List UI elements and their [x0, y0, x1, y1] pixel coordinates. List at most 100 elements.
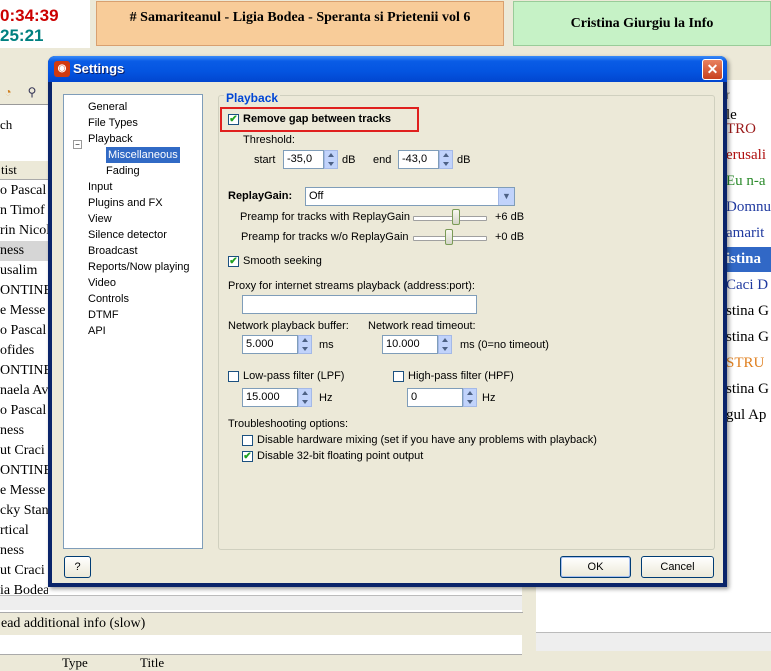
network-buffer-spinner[interactable]	[298, 335, 312, 354]
app-icon: ◉	[54, 61, 70, 77]
left-row[interactable]: cky Stan	[0, 501, 48, 521]
network-buffer-input[interactable]: 5.000	[242, 335, 298, 354]
right-row[interactable]: gul Ap	[726, 403, 771, 428]
left-row[interactable]: rin Nicol	[0, 221, 48, 241]
ok-button[interactable]: OK	[560, 556, 631, 578]
left-row[interactable]: naela Av	[0, 381, 48, 401]
column-header-type[interactable]: Type	[62, 655, 88, 671]
preamp-with-slider[interactable]	[452, 209, 460, 225]
troubleshooting-label: Troubleshooting options:	[228, 418, 349, 430]
column-header-title[interactable]: Title	[140, 655, 164, 671]
column-header-artist[interactable]: tist	[0, 161, 49, 180]
right-row[interactable]: erusali	[726, 143, 771, 168]
network-timeout-input[interactable]: 10.000	[382, 335, 438, 354]
cancel-button[interactable]: Cancel	[641, 556, 714, 578]
left-row[interactable]: ONTINE	[0, 461, 48, 481]
left-row[interactable]: ness	[0, 541, 48, 561]
threshold-end-input[interactable]: -43,0	[398, 150, 439, 169]
smooth-seeking-checkbox[interactable]: ✔	[228, 256, 239, 267]
left-row[interactable]: rtical	[0, 521, 48, 541]
horizontal-scrollbar[interactable]	[0, 595, 522, 610]
tree-item-broadcast[interactable]: Broadcast	[88, 243, 138, 259]
collapse-icon[interactable]: −	[73, 140, 82, 149]
close-button[interactable]: ✕	[702, 59, 723, 80]
proxy-input[interactable]	[242, 295, 477, 314]
lpf-spinner[interactable]	[298, 388, 312, 407]
right-row[interactable]: Domnu	[726, 195, 771, 220]
lpf-input[interactable]: 15.000	[242, 388, 298, 407]
preamp-with-label: Preamp for tracks with ReplayGain	[240, 211, 410, 223]
settings-tree[interactable]: − General File Types Playback Miscellaneous…	[63, 94, 203, 549]
replaygain-select[interactable]: Off ▼	[305, 187, 515, 206]
tree-item-view[interactable]: View	[88, 211, 112, 227]
hpf-input[interactable]: 0	[407, 388, 463, 407]
right-row[interactable]: Caci D	[726, 273, 771, 298]
left-row[interactable]: usalim	[0, 261, 48, 281]
left-row[interactable]: ONTINE	[0, 281, 48, 301]
tree-item-silence-detector[interactable]: Silence detector	[88, 227, 167, 243]
tree-item-plugins-and-fx[interactable]: Plugins and FX	[88, 195, 163, 211]
threshold-end-spinner[interactable]	[439, 150, 453, 169]
disable-hw-mixing-checkbox[interactable]	[242, 435, 253, 446]
right-row[interactable]: stina G	[726, 377, 771, 402]
right-row[interactable]: istina	[726, 247, 771, 272]
left-row[interactable]: e Messe	[0, 481, 48, 501]
tree-item-file-types[interactable]: File Types	[88, 115, 138, 131]
threshold-start-input[interactable]: -35,0	[283, 150, 324, 169]
now-playing-box[interactable]: # Samariteanul - Ligia Bodea - Speranta …	[96, 1, 504, 46]
right-row[interactable]: amarit	[726, 221, 771, 246]
tree-item-controls[interactable]: Controls	[88, 291, 129, 307]
tree-item-dtmf[interactable]: DTMF	[88, 307, 119, 323]
dialog-titlebar[interactable]: ◉ Settings ✕	[48, 56, 727, 82]
hpf-spinner[interactable]	[463, 388, 477, 407]
tree-item-video[interactable]: Video	[88, 275, 116, 291]
right-row[interactable]: stina G	[726, 299, 771, 324]
network-buffer-unit: ms	[319, 339, 334, 351]
status-bar: ead additional info (slow)	[0, 612, 523, 635]
help-button[interactable]: ?	[64, 556, 91, 578]
dialog-client: − General File Types Playback Miscellaneous…	[52, 82, 723, 583]
tree-item-reports-now-playing[interactable]: Reports/Now playing	[88, 259, 190, 275]
tree-item-api[interactable]: API	[88, 323, 106, 339]
left-row[interactable]: ut Craci	[0, 441, 48, 461]
right-row[interactable]: TRO	[726, 117, 771, 142]
right-scrollbar[interactable]	[536, 632, 771, 651]
lpf-checkbox[interactable]	[228, 371, 239, 382]
left-row[interactable]: o Pascal	[0, 181, 48, 201]
left-row[interactable]: ut Craci	[0, 561, 48, 581]
right-panel-header: r	[726, 88, 730, 102]
tree-item-miscellaneous[interactable]: Miscellaneous	[106, 147, 180, 163]
disable-float-checkbox[interactable]: ✔	[242, 451, 253, 462]
left-row[interactable]: o Pascal	[0, 321, 48, 341]
threshold-start-spinner[interactable]	[324, 150, 338, 169]
right-row[interactable]: Eu n-a	[726, 169, 771, 194]
right-bottom-bar	[536, 654, 771, 665]
left-row[interactable]: n Timof	[0, 201, 48, 221]
left-row[interactable]: o Pascal	[0, 401, 48, 421]
right-row[interactable]: STRU	[726, 351, 771, 376]
search-icon[interactable]: ⚲	[24, 84, 40, 100]
folder-icon[interactable]: ◔	[0, 84, 16, 100]
network-timeout-spinner[interactable]	[438, 335, 452, 354]
threshold-end-label: end	[373, 154, 392, 166]
remaining-time: 25:21	[0, 26, 44, 45]
left-row[interactable]: ofides	[0, 341, 48, 361]
right-row[interactable]: stina G	[726, 325, 771, 350]
network-timeout-unit: ms (0=no timeout)	[460, 339, 549, 351]
left-row[interactable]: e Messe	[0, 301, 48, 321]
preamp-without-slider[interactable]	[445, 229, 453, 245]
replaygain-label: ReplayGain:	[228, 190, 293, 202]
remove-gap-checkbox[interactable]: ✔	[228, 114, 239, 125]
tree-item-input[interactable]: Input	[88, 179, 112, 195]
tree-item-fading[interactable]: Fading	[106, 163, 140, 179]
chevron-down-icon[interactable]: ▼	[498, 188, 514, 205]
elapsed-time: 0:34:39	[0, 6, 59, 25]
left-row[interactable]: ONTINE	[0, 361, 48, 381]
tree-item-playback[interactable]: Playback	[88, 131, 133, 147]
smooth-seeking-label: Smooth seeking	[243, 255, 322, 267]
left-row[interactable]: ness	[0, 421, 48, 441]
left-row[interactable]: ness	[0, 241, 48, 261]
tree-item-general[interactable]: General	[88, 99, 127, 115]
next-playing-box[interactable]: Cristina Giurgiu la Info	[513, 1, 771, 46]
hpf-checkbox[interactable]	[393, 371, 404, 382]
